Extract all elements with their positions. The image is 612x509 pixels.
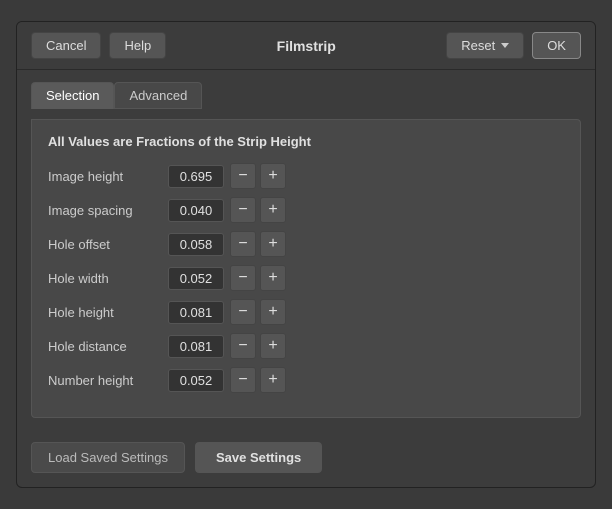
field-value-5[interactable] [168, 335, 224, 358]
decrement-button-3[interactable]: − [230, 265, 256, 291]
increment-button-1[interactable]: + [260, 197, 286, 223]
increment-button-5[interactable]: + [260, 333, 286, 359]
save-settings-button[interactable]: Save Settings [195, 442, 322, 473]
field-label-2: Hole offset [48, 237, 168, 252]
field-row: Image spacing − + [48, 197, 564, 223]
header-bar: Cancel Help Filmstrip Reset OK [17, 22, 595, 70]
field-value-1[interactable] [168, 199, 224, 222]
help-button[interactable]: Help [109, 32, 166, 59]
decrement-button-2[interactable]: − [230, 231, 256, 257]
chevron-down-icon [501, 43, 509, 48]
decrement-button-0[interactable]: − [230, 163, 256, 189]
dialog-title: Filmstrip [277, 38, 336, 54]
tab-selection[interactable]: Selection [31, 82, 114, 109]
panel-title: All Values are Fractions of the Strip He… [48, 134, 564, 149]
field-value-0[interactable] [168, 165, 224, 188]
field-label-4: Hole height [48, 305, 168, 320]
decrement-button-5[interactable]: − [230, 333, 256, 359]
field-row: Hole offset − + [48, 231, 564, 257]
ok-button[interactable]: OK [532, 32, 581, 59]
increment-button-6[interactable]: + [260, 367, 286, 393]
increment-button-4[interactable]: + [260, 299, 286, 325]
field-row: Image height − + [48, 163, 564, 189]
field-value-3[interactable] [168, 267, 224, 290]
field-value-4[interactable] [168, 301, 224, 324]
tab-advanced[interactable]: Advanced [114, 82, 202, 109]
field-value-2[interactable] [168, 233, 224, 256]
decrement-button-1[interactable]: − [230, 197, 256, 223]
field-label-1: Image spacing [48, 203, 168, 218]
tab-bar: Selection Advanced [31, 82, 581, 109]
field-label-0: Image height [48, 169, 168, 184]
footer: Load Saved Settings Save Settings [17, 432, 595, 487]
increment-button-3[interactable]: + [260, 265, 286, 291]
field-row: Number height − + [48, 367, 564, 393]
field-row: Hole height − + [48, 299, 564, 325]
settings-panel: All Values are Fractions of the Strip He… [31, 119, 581, 418]
content-area: Selection Advanced All Values are Fracti… [17, 70, 595, 432]
cancel-button[interactable]: Cancel [31, 32, 101, 59]
field-row: Hole distance − + [48, 333, 564, 359]
increment-button-2[interactable]: + [260, 231, 286, 257]
reset-button[interactable]: Reset [446, 32, 524, 59]
header-right: Reset OK [446, 32, 581, 59]
fields-container: Image height − + Image spacing − + Hole … [48, 163, 564, 393]
field-label-3: Hole width [48, 271, 168, 286]
decrement-button-6[interactable]: − [230, 367, 256, 393]
field-label-5: Hole distance [48, 339, 168, 354]
field-label-6: Number height [48, 373, 168, 388]
decrement-button-4[interactable]: − [230, 299, 256, 325]
increment-button-0[interactable]: + [260, 163, 286, 189]
field-row: Hole width − + [48, 265, 564, 291]
load-settings-button[interactable]: Load Saved Settings [31, 442, 185, 473]
header-left: Cancel Help [31, 32, 166, 59]
dialog: Cancel Help Filmstrip Reset OK Selection… [16, 21, 596, 488]
field-value-6[interactable] [168, 369, 224, 392]
